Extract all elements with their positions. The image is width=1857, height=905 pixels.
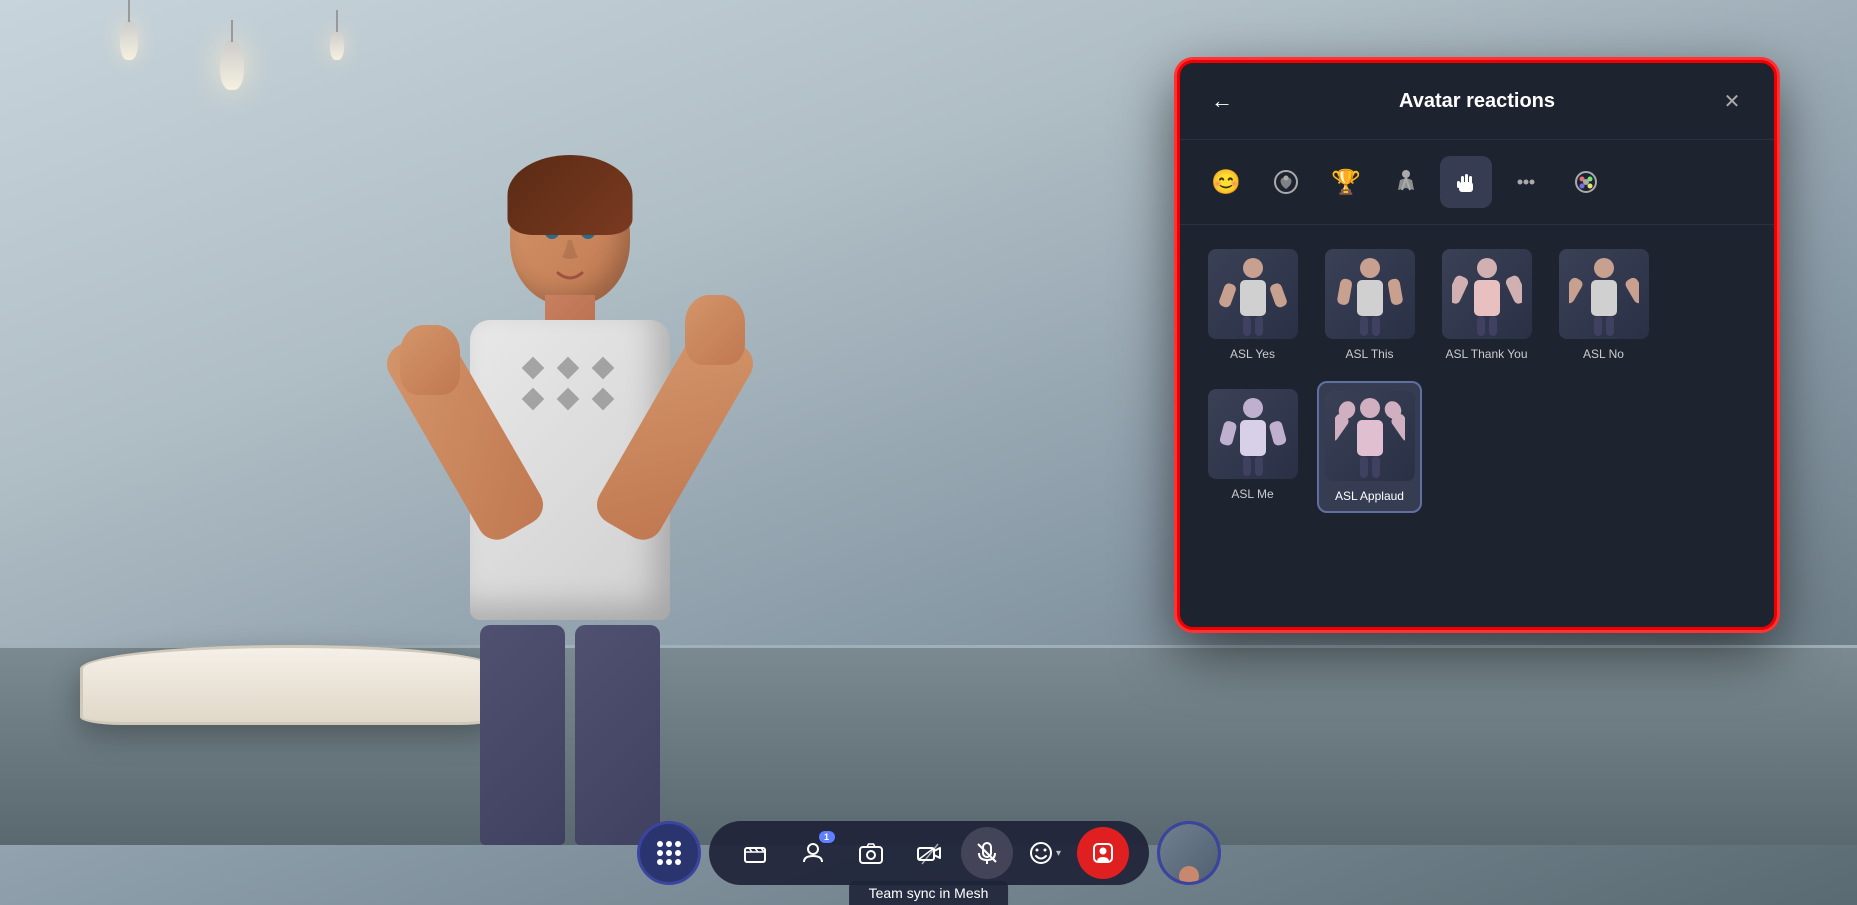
more-icon bbox=[1512, 168, 1540, 196]
tab-activity[interactable] bbox=[1380, 156, 1432, 208]
back-icon: ← bbox=[1211, 88, 1233, 114]
avatar-self-inner bbox=[1160, 824, 1218, 882]
avatar-button[interactable] bbox=[1077, 827, 1129, 879]
reaction-asl-yes[interactable]: ASL Yes bbox=[1200, 241, 1305, 369]
light-bulb-1 bbox=[120, 20, 138, 60]
mute-button[interactable] bbox=[961, 827, 1013, 879]
close-icon: ✕ bbox=[1724, 89, 1741, 114]
reaction-asl-me[interactable]: ASL Me bbox=[1200, 381, 1305, 513]
panel-title: Avatar reactions bbox=[1256, 90, 1698, 113]
asl-me-svg bbox=[1218, 392, 1288, 477]
reaction-asl-thank-you[interactable]: ASL Thank You bbox=[1434, 241, 1539, 369]
close-button[interactable]: ✕ bbox=[1714, 83, 1750, 119]
reactions-icon bbox=[1028, 840, 1054, 866]
camera-button[interactable] bbox=[845, 827, 897, 879]
scene-button[interactable] bbox=[729, 827, 781, 879]
gesture-icon bbox=[1272, 168, 1300, 196]
reaction-avatar-asl-this bbox=[1325, 249, 1415, 339]
reaction-avatar-asl-me bbox=[1208, 389, 1298, 479]
participants-badge: 1 bbox=[819, 831, 835, 843]
avatar-hair bbox=[508, 155, 633, 235]
avatar-leg-left bbox=[480, 625, 565, 845]
apps-dots-icon bbox=[657, 841, 681, 865]
tab-gesture[interactable] bbox=[1260, 156, 1312, 208]
asl-yes-svg bbox=[1218, 252, 1288, 337]
participants-icon bbox=[800, 840, 826, 866]
avatar-leg-right bbox=[575, 625, 660, 845]
panel-header: ← Avatar reactions ✕ bbox=[1180, 63, 1774, 140]
reaction-label-asl-thank-you: ASL Thank You bbox=[1445, 347, 1527, 361]
reaction-avatar-asl-yes bbox=[1208, 249, 1298, 339]
asl-thank-you-svg bbox=[1452, 252, 1522, 337]
avatar-hand-left bbox=[400, 325, 460, 395]
reaction-label-asl-me: ASL Me bbox=[1231, 487, 1273, 501]
reaction-label-asl-no: ASL No bbox=[1583, 347, 1624, 361]
main-avatar-figure bbox=[370, 165, 770, 845]
activity-icon bbox=[1392, 168, 1420, 196]
hand-icon bbox=[1452, 168, 1480, 196]
avatar-legs bbox=[480, 625, 660, 845]
scene-icon bbox=[742, 840, 768, 866]
reaction-asl-applaud[interactable]: ASL Applaud bbox=[1317, 381, 1422, 513]
reaction-avatar-asl-applaud bbox=[1325, 391, 1415, 481]
avatar-hand-right bbox=[685, 295, 745, 365]
light-bulb-2 bbox=[220, 40, 244, 90]
asl-no-svg bbox=[1569, 252, 1639, 337]
mute-icon bbox=[974, 840, 1000, 866]
reaction-label-asl-yes: ASL Yes bbox=[1230, 347, 1275, 361]
avatar-icon bbox=[1090, 840, 1116, 866]
tab-trophy[interactable]: 🏆 bbox=[1320, 156, 1372, 208]
asl-applaud-svg bbox=[1335, 394, 1405, 479]
bottom-toolbar: 1 bbox=[637, 821, 1221, 885]
avatar-self-portrait[interactable] bbox=[1157, 821, 1221, 885]
reaction-label-asl-applaud: ASL Applaud bbox=[1335, 489, 1404, 503]
reaction-avatar-asl-thank-you bbox=[1442, 249, 1532, 339]
tab-emoji[interactable]: 😊 bbox=[1200, 156, 1252, 208]
toolbar-pill: 1 bbox=[709, 821, 1149, 885]
sweater-pattern bbox=[525, 360, 615, 407]
reactions-grid: ASL Yes ASL This bbox=[1180, 225, 1774, 627]
reaction-asl-no[interactable]: ASL No bbox=[1551, 241, 1656, 369]
reaction-avatar-asl-no bbox=[1559, 249, 1649, 339]
avatar-self-head bbox=[1179, 866, 1199, 882]
tab-art[interactable] bbox=[1560, 156, 1612, 208]
art-icon bbox=[1572, 168, 1600, 196]
back-button[interactable]: ← bbox=[1204, 83, 1240, 119]
participants-button[interactable]: 1 bbox=[787, 827, 839, 879]
reaction-label-asl-this: ASL This bbox=[1345, 347, 1393, 361]
light-bulb-3 bbox=[330, 30, 344, 60]
main-avatar-container bbox=[280, 125, 860, 845]
video-button[interactable] bbox=[903, 827, 955, 879]
avatar-reactions-panel: ← Avatar reactions ✕ 😊 🏆 bbox=[1177, 60, 1777, 630]
reactions-chevron: ▾ bbox=[1056, 848, 1061, 859]
camera-icon bbox=[858, 840, 884, 866]
video-icon bbox=[916, 840, 942, 866]
tab-more[interactable] bbox=[1500, 156, 1552, 208]
apps-button[interactable] bbox=[637, 821, 701, 885]
reactions-button[interactable]: ▾ bbox=[1019, 827, 1071, 879]
session-label: Team sync in Mesh bbox=[849, 881, 1009, 905]
tab-hand[interactable] bbox=[1440, 156, 1492, 208]
category-tabs: 😊 🏆 bbox=[1180, 140, 1774, 225]
reaction-asl-this[interactable]: ASL This bbox=[1317, 241, 1422, 369]
asl-this-svg bbox=[1335, 252, 1405, 337]
